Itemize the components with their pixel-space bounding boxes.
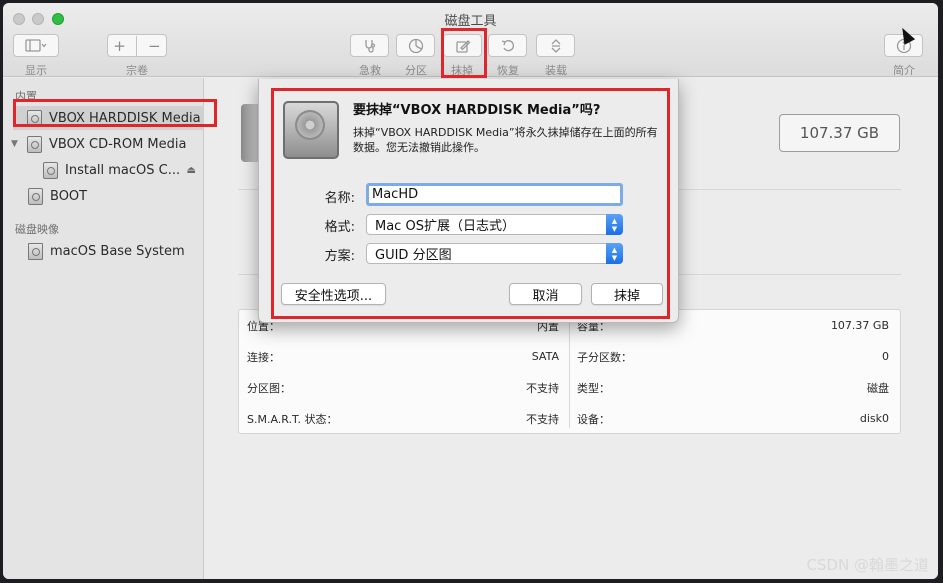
dialog-title: 要抹掉“VBOX HARDDISK Media”吗? — [353, 103, 601, 118]
toolbar: 磁盘工具 显示 + − 宗卷 急救 分区 抹掉 恢复 装载 简介 — [3, 3, 938, 77]
remove-volume-button[interactable]: − — [148, 37, 161, 55]
sidebar-item-boot[interactable]: BOOT — [28, 184, 204, 208]
info-row: S.M.A.R.T. 状态： 不支持 — [247, 403, 559, 434]
volume-segmented-control[interactable]: + − — [107, 34, 167, 57]
info-key: 设备： — [577, 412, 610, 426]
info-key: S.M.A.R.T. 状态： — [247, 412, 338, 426]
sidebar-item-macos-base-system[interactable]: macOS Base System — [28, 239, 204, 263]
info-key: 类型： — [577, 381, 610, 395]
add-volume-button[interactable]: + — [113, 37, 126, 55]
info-value: 0 — [882, 350, 889, 363]
partition-label: 分区 — [405, 64, 427, 77]
name-label: 名称: — [324, 191, 355, 206]
erase-dialog: 要抹掉“VBOX HARDDISK Media”吗? 抹掉“VBOX HARDD… — [258, 79, 679, 323]
info-value: 不支持 — [526, 412, 559, 426]
sidebar-item-label: VBOX CD-ROM Media — [49, 136, 187, 152]
restore-label: 恢复 — [497, 64, 519, 77]
window-title: 磁盘工具 — [444, 14, 497, 29]
scheme-value: GUID 分区图 — [375, 248, 452, 263]
sidebar-item-vbox-cdrom[interactable]: ▼ VBOX CD-ROM Media — [11, 132, 204, 156]
scheme-label: 方案: — [324, 249, 355, 264]
info-label: 简介 — [893, 64, 915, 77]
hard-disk-icon — [27, 109, 42, 127]
mount-icon — [551, 38, 560, 53]
first-aid-button[interactable] — [350, 34, 389, 57]
info-value: SATA — [531, 350, 559, 363]
info-row: 设备： disk0 — [577, 403, 889, 434]
dialog-message: 抹掉“VBOX HARDDISK Media”将永久抹掉储存在上面的所有数据。您… — [353, 126, 658, 154]
info-row: 分区图： 不支持 — [247, 372, 559, 403]
sidebar-item-label: VBOX HARDDISK Media — [49, 110, 201, 126]
internal-section-header: 内置 — [15, 90, 37, 103]
sidebar-item-label: macOS Base System — [50, 243, 185, 259]
restore-button[interactable] — [488, 34, 527, 57]
erase-button[interactable] — [443, 34, 482, 57]
name-input[interactable]: MacHD — [366, 183, 623, 206]
disk-info-table: 位置： 内置 连接： SATA 分区图： 不支持 S.M.A.R.T. 状态： … — [238, 309, 901, 434]
watermark: CSDN @翰墨之道 — [806, 556, 929, 574]
sidebar-item-vbox-harddisk[interactable]: VBOX HARDDISK Media — [13, 106, 204, 130]
capacity-badge: 107.37 GB — [779, 114, 900, 152]
confirm-erase-button[interactable]: 抹掉 — [591, 283, 663, 305]
erase-label: 抹掉 — [451, 64, 473, 77]
pie-partition-icon — [408, 38, 423, 53]
cancel-button[interactable]: 取消 — [509, 283, 582, 305]
format-value: Mac OS扩展（日志式） — [375, 219, 515, 234]
segment-divider — [136, 35, 138, 56]
optical-disk-icon — [27, 135, 42, 153]
disclosure-triangle-icon[interactable]: ▼ — [11, 139, 21, 149]
info-value: 107.37 GB — [830, 319, 889, 332]
scheme-select[interactable]: GUID 分区图 ▲ ▼ — [366, 243, 623, 264]
format-label: 格式: — [324, 220, 355, 235]
erase-pencil-icon — [455, 39, 470, 53]
sidebar-display-button[interactable] — [13, 34, 59, 57]
info-row: 连接： SATA — [247, 341, 559, 372]
volume-label: 宗卷 — [126, 64, 148, 77]
stethoscope-icon — [364, 39, 375, 53]
hard-disk-icon — [28, 187, 43, 205]
sidebar-toggle-icon — [25, 39, 47, 52]
partition-button[interactable] — [396, 34, 435, 57]
disk-image-icon — [28, 242, 43, 260]
select-arrows-icon: ▲ ▼ — [606, 243, 623, 264]
disk-images-section-header: 磁盘映像 — [15, 223, 59, 236]
info-row: 子分区数： 0 — [577, 341, 889, 372]
info-key: 子分区数： — [577, 350, 632, 364]
info-value: 磁盘 — [867, 381, 889, 395]
restore-arrow-icon — [501, 39, 514, 51]
volume-icon — [43, 161, 58, 179]
disk-utility-window: 磁盘工具 显示 + − 宗卷 急救 分区 抹掉 恢复 装载 简介 内置 VBOX… — [3, 3, 938, 579]
sidebar-item-install-macos[interactable]: Install macOS C... ⏏ — [43, 158, 204, 182]
sidebar: 内置 VBOX HARDDISK Media ▼ VBOX CD-ROM Med… — [3, 78, 204, 579]
info-key: 分区图： — [247, 381, 291, 395]
sidebar-item-label: BOOT — [50, 188, 88, 204]
column-separator — [569, 316, 570, 428]
security-options-button[interactable]: 安全性选项... — [281, 283, 386, 305]
sidebar-item-label: Install macOS C... — [65, 162, 181, 178]
info-value: 不支持 — [526, 381, 559, 395]
select-arrows-icon: ▲ ▼ — [606, 214, 623, 235]
info-value: disk0 — [859, 412, 889, 425]
hard-disk-icon — [283, 101, 339, 159]
eject-icon[interactable]: ⏏ — [187, 165, 196, 176]
first-aid-label: 急救 — [359, 64, 381, 77]
mount-button[interactable] — [536, 34, 575, 57]
mount-label: 装载 — [545, 64, 567, 77]
info-key: 连接： — [247, 350, 280, 364]
display-label: 显示 — [25, 64, 47, 77]
info-row: 类型： 磁盘 — [577, 372, 889, 403]
format-select[interactable]: Mac OS扩展（日志式） ▲ ▼ — [366, 214, 623, 235]
